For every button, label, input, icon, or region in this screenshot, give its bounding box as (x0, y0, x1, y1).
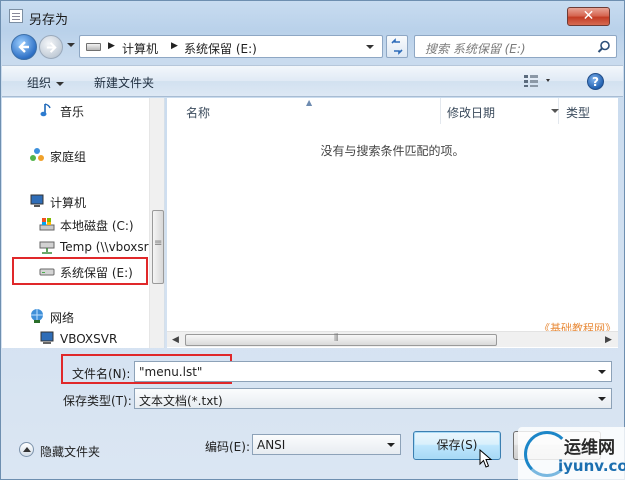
scroll-right-icon[interactable]: ▶ (605, 335, 612, 345)
nav-item-label: 计算机 (50, 196, 87, 210)
nav-item-music[interactable]: 音乐 (2, 100, 150, 120)
site-logo: 运维网 iyunv.com (518, 427, 625, 480)
chevron-right-icon[interactable]: ▶ (108, 41, 115, 51)
nav-item-network[interactable]: 网络 (2, 306, 150, 326)
highlight-box (12, 257, 148, 285)
column-header-modified[interactable]: 修改日期 (447, 104, 495, 121)
nav-scrollbar[interactable] (149, 98, 164, 348)
hide-folders-label: 隐藏文件夹 (40, 445, 101, 459)
chevron-down-icon[interactable] (598, 370, 606, 374)
server-icon (40, 331, 54, 344)
search-input[interactable]: 搜索 系统保留 (E:) (414, 35, 617, 58)
empty-message: 没有与搜索条件匹配的项。 (320, 144, 465, 158)
search-icon[interactable] (597, 40, 611, 54)
chevron-down-icon (598, 397, 606, 401)
views-icon[interactable] (524, 75, 554, 87)
music-icon (40, 103, 51, 117)
chevron-down-icon (56, 81, 65, 86)
nav-item-computer[interactable]: 计算机 (2, 191, 150, 211)
filename-value: "menu.lst" (139, 365, 203, 379)
logo-text-cn: 运维网 (564, 438, 615, 458)
nav-item-local-disk-c[interactable]: 本地磁盘 (C:) (2, 214, 150, 234)
computer-icon (30, 194, 44, 207)
address-bar[interactable]: ▶ 计算机 ▶ 系统保留 (E:) (79, 35, 383, 58)
nav-item-label: 本地磁盘 (C:) (60, 219, 134, 233)
back-button[interactable] (11, 34, 37, 60)
logo-text-url: iyunv.com (558, 457, 625, 475)
file-list: ▲ 名称 修改日期 类型 没有与搜索条件匹配的项。 《基础教程网》 ◀ ▶ (167, 98, 618, 348)
mouse-cursor-icon (479, 449, 493, 468)
nav-item-label: 音乐 (60, 105, 85, 119)
local-disk-icon (39, 218, 55, 231)
refresh-icon (391, 38, 403, 55)
forward-arrow-icon (46, 42, 57, 53)
organize-label: 组织 (27, 76, 52, 90)
title-bar: 另存为 ✕ (1, 1, 624, 31)
nav-item-label: 家庭组 (50, 150, 87, 164)
help-icon[interactable]: ? (587, 73, 604, 90)
breadcrumb-computer[interactable]: 计算机 (122, 40, 158, 57)
filetype-label: 保存类型(T): (63, 394, 132, 408)
organize-menu[interactable]: 组织 (27, 74, 65, 91)
nav-scrollbar-thumb[interactable] (152, 210, 164, 284)
drive-icon (86, 43, 101, 51)
column-header-name[interactable]: 名称 (186, 104, 210, 121)
chevron-down-icon (387, 443, 395, 447)
encoding-value: ANSI (257, 438, 286, 452)
scroll-left-icon[interactable]: ◀ (172, 335, 179, 345)
file-list-hscrollbar[interactable]: ◀ ▶ (167, 331, 618, 347)
recent-pages-dropdown[interactable] (67, 43, 75, 47)
chevron-right-icon[interactable]: ▶ (171, 41, 178, 51)
column-divider[interactable] (440, 98, 441, 124)
refresh-button[interactable] (386, 35, 408, 58)
filename-input[interactable]: "menu.lst" (134, 361, 612, 382)
filetype-select[interactable]: 文本文档(*.txt) (134, 388, 612, 409)
encoding-label: 编码(E): (205, 440, 250, 454)
column-filter-dropdown[interactable] (551, 109, 559, 113)
filetype-value: 文本文档(*.txt) (139, 394, 223, 408)
nav-item-vboxsvr[interactable]: VBOXSVR (2, 329, 150, 348)
forward-button[interactable] (39, 35, 63, 59)
network-icon (31, 309, 43, 323)
new-folder-button[interactable]: 新建文件夹 (94, 74, 154, 91)
close-button[interactable]: ✕ (567, 7, 610, 26)
nav-item-label: Temp (\\vboxsr (60, 240, 149, 254)
chevron-up-icon (19, 442, 34, 457)
column-header-type[interactable]: 类型 (566, 104, 590, 121)
command-bar: 组织 新建文件夹 ? (2, 65, 623, 97)
address-dropdown[interactable] (366, 45, 374, 49)
sort-up-icon: ▲ (306, 98, 313, 107)
nav-item-homegroup[interactable]: 家庭组 (2, 145, 150, 165)
window-title: 另存为 (29, 13, 69, 28)
nav-item-label: VBOXSVR (60, 332, 118, 346)
homegroup-icon (30, 148, 44, 161)
nav-item-label: 网络 (50, 311, 75, 325)
navigation-pane: 音乐 家庭组 计算机 本地磁盘 (C:) Temp (\\vboxsr 系统保留… (2, 98, 165, 348)
encoding-select[interactable]: ANSI (252, 434, 401, 455)
notepad-icon (9, 9, 23, 23)
network-drive-icon (39, 241, 55, 254)
nav-item-temp-share[interactable]: Temp (\\vboxsr (2, 237, 150, 257)
search-placeholder: 搜索 系统保留 (E:) (425, 42, 526, 56)
save-as-dialog: 另存为 ✕ ▶ 计算机 ▶ 系统保留 (E:) 搜索 系统保留 (E:) 组织 (0, 0, 625, 480)
breadcrumb-drive[interactable]: 系统保留 (E:) (184, 40, 257, 57)
hscroll-thumb[interactable] (185, 333, 497, 346)
back-arrow-icon (18, 41, 29, 53)
